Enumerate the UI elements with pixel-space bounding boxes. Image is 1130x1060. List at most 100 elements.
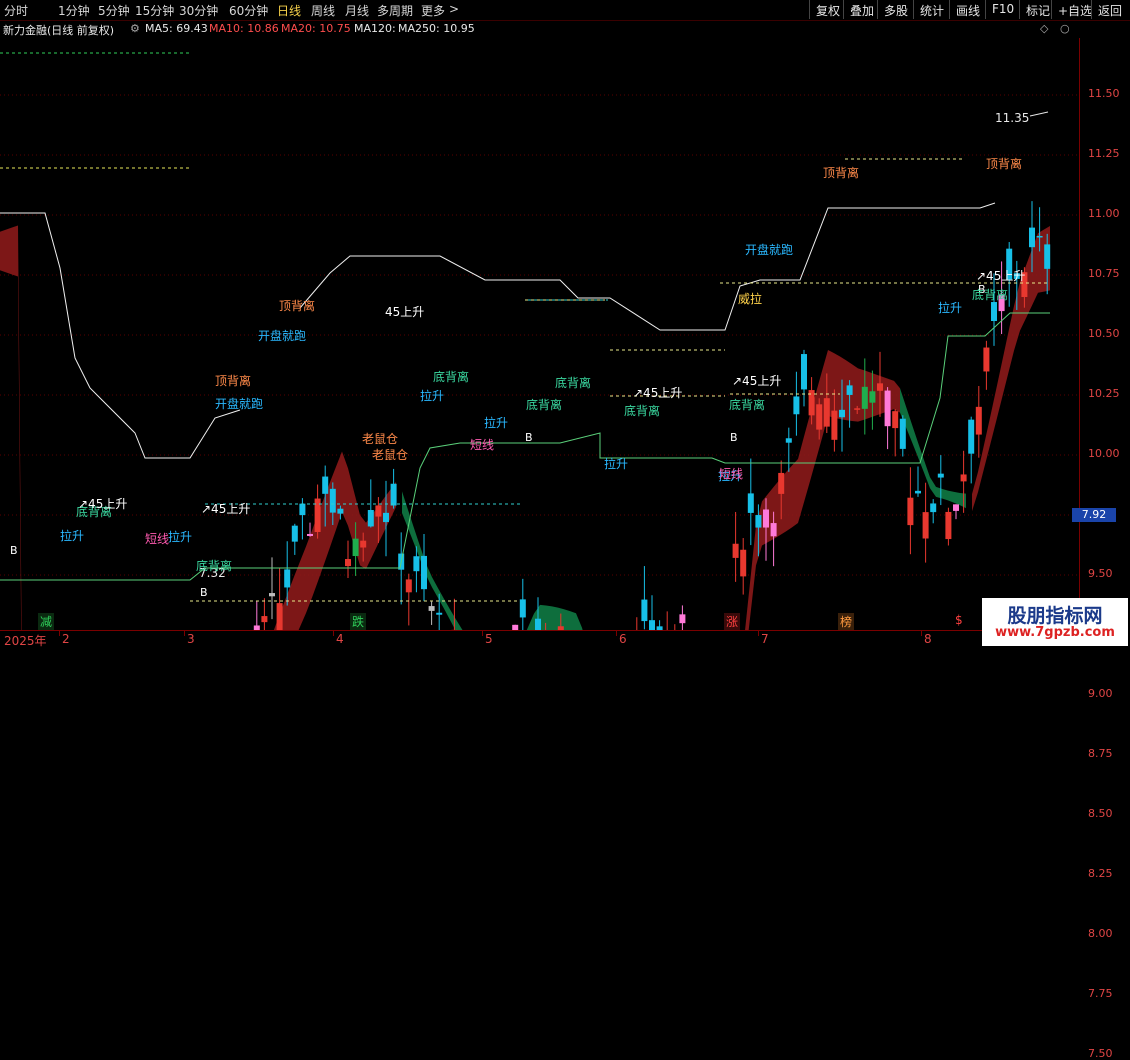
- event-marker[interactable]: 榜: [838, 613, 854, 630]
- rise-45-label: ↗45上升: [976, 269, 1025, 283]
- date-label: 8: [924, 632, 932, 646]
- toolbar-button-4[interactable]: 画线: [949, 0, 985, 19]
- price-label: 9.00: [1088, 687, 1113, 700]
- event-marker[interactable]: 跌: [350, 613, 366, 630]
- period-tab-10[interactable]: 更多: [421, 2, 445, 19]
- toolbar-button-3[interactable]: 统计: [913, 0, 949, 19]
- event-marker[interactable]: $: [953, 613, 965, 627]
- candle-body: [816, 404, 822, 429]
- toolbar-button-0[interactable]: 复权: [809, 0, 843, 19]
- date-label: 7: [761, 632, 769, 646]
- candle-body: [885, 391, 891, 427]
- price-label: 9.50: [1088, 567, 1113, 580]
- candle-body: [429, 606, 435, 611]
- period-tab-4[interactable]: 30分钟: [179, 2, 218, 19]
- period-tab-7[interactable]: 周线: [311, 2, 335, 19]
- price-axis: 11.5011.2511.0010.7510.5010.2510.009.759…: [1079, 38, 1130, 628]
- date-tick: [333, 631, 334, 636]
- candle-body: [391, 484, 397, 506]
- period-tab-5[interactable]: 60分钟: [229, 2, 268, 19]
- period-tab-1[interactable]: 1分钟: [58, 2, 90, 19]
- candle-body: [261, 616, 267, 622]
- ma10-value: MA10: 10.86: [209, 22, 279, 35]
- event-marker[interactable]: 涨: [724, 613, 740, 630]
- candle-body: [337, 509, 343, 514]
- candle-body: [322, 477, 328, 494]
- stock-title[interactable]: 新力金融(日线 前复权): [3, 22, 114, 38]
- date-tick: [184, 631, 185, 636]
- candle-body: [755, 515, 761, 528]
- date-label: 4: [336, 632, 344, 646]
- candle-body: [983, 348, 989, 372]
- candle-body: [763, 510, 769, 528]
- period-tab-3[interactable]: 15分钟: [135, 2, 174, 19]
- candle-body: [368, 510, 374, 526]
- candle-body: [299, 504, 305, 515]
- event-marker[interactable]: 减: [38, 613, 54, 630]
- candle-body: [771, 523, 777, 536]
- candle-body: [284, 569, 290, 587]
- price-label: 11.00: [1088, 207, 1120, 220]
- period-tab-8[interactable]: 月线: [345, 2, 369, 19]
- candle-body: [421, 556, 427, 589]
- pull-up-label: 拉升: [484, 415, 508, 430]
- date-tick: [59, 631, 60, 636]
- candle-body: [679, 614, 685, 623]
- top-divergence-label: 顶背离: [279, 298, 315, 313]
- candle-body: [277, 603, 283, 630]
- buy-marker: B: [200, 586, 208, 599]
- toolbar-button-7[interactable]: +自选: [1051, 0, 1091, 19]
- candle-body: [748, 493, 754, 513]
- settings-icon[interactable]: ⚙: [130, 22, 140, 35]
- toolbar-button-8[interactable]: 返回: [1091, 0, 1130, 19]
- diamond-icon[interactable]: ◇: [1040, 22, 1048, 35]
- current-price-tag: 7.92: [1072, 508, 1116, 522]
- toolbar-button-2[interactable]: 多股: [877, 0, 913, 19]
- candle-body: [649, 620, 655, 630]
- candle-body: [740, 550, 746, 577]
- candle-body: [900, 419, 906, 449]
- rise-45-label: ↗45上升: [633, 386, 682, 400]
- candle-body: [839, 410, 845, 417]
- ma-ribbon: [744, 350, 900, 630]
- candle-body: [831, 411, 837, 440]
- date-axis: 2025年2345678: [0, 630, 1080, 651]
- toolbar-button-1[interactable]: 叠加: [843, 0, 877, 19]
- date-label: 2: [62, 632, 70, 646]
- ma-ribbon: [0, 226, 120, 630]
- pull-up-label: 拉升: [60, 528, 84, 543]
- candle-body: [877, 383, 883, 390]
- rise-45-label: 45上升: [385, 305, 424, 319]
- kline-chart[interactable]: 11.357.32BBBBB拉升拉升拉升拉升拉升拉升拉升底背离底背离底背离底背离…: [0, 38, 1079, 630]
- candle-body: [869, 391, 875, 402]
- candle-body: [953, 504, 959, 511]
- date-label: 2025年: [4, 632, 47, 649]
- buy-marker: B: [525, 431, 533, 444]
- bottom-divergence-label: 底背离: [196, 558, 232, 573]
- toolbar-button-6[interactable]: 标记: [1019, 0, 1051, 19]
- price-label: 8.75: [1088, 747, 1113, 760]
- candle-body: [793, 396, 799, 414]
- period-tab-0[interactable]: 分时: [4, 2, 28, 19]
- bottom-divergence-label: 底背离: [555, 375, 591, 390]
- chevron-right-icon[interactable]: >: [449, 2, 459, 16]
- candle-body: [907, 498, 913, 525]
- candle-body: [641, 600, 647, 622]
- short-line-label: 短线: [145, 532, 169, 546]
- watermark-url: www.7gpzb.com: [982, 625, 1128, 640]
- bottom-divergence-label: 底背离: [624, 403, 660, 418]
- candle-body: [292, 526, 298, 542]
- date-label: 3: [187, 632, 195, 646]
- price-label: 8.50: [1088, 807, 1113, 820]
- old-rat-label: 老鼠仓: [372, 448, 408, 462]
- period-tab-6[interactable]: 日线: [277, 2, 301, 19]
- price-label: 8.25: [1088, 867, 1113, 880]
- watermark-title: 股朋指标网: [982, 601, 1128, 628]
- candle-body: [330, 489, 336, 513]
- period-tab-2[interactable]: 5分钟: [98, 2, 130, 19]
- close-icon[interactable]: ○: [1060, 22, 1070, 35]
- pull-up-label: 拉升: [938, 300, 962, 315]
- period-tab-9[interactable]: 多周期: [377, 2, 413, 19]
- toolbar-button-5[interactable]: F10: [985, 0, 1019, 19]
- ma250-value: MA250: 10.95: [398, 22, 475, 35]
